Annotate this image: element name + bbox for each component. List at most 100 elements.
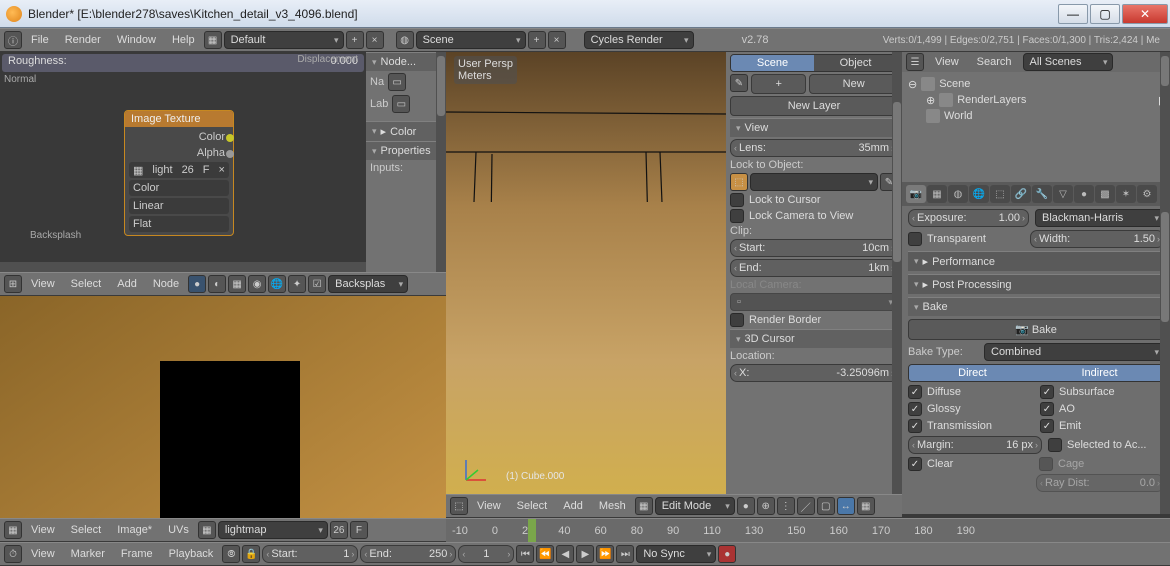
- vp-add[interactable]: Add: [556, 497, 590, 515]
- new-layer-button[interactable]: New Layer: [730, 96, 898, 116]
- menu-window[interactable]: Window: [110, 31, 163, 49]
- scene-object-toggle[interactable]: Scene Object: [730, 54, 898, 72]
- interpolation-dropdown[interactable]: Linear: [129, 198, 229, 214]
- width-field[interactable]: Width:1.50: [1030, 230, 1164, 248]
- cursor-section[interactable]: 3D Cursor: [730, 329, 898, 348]
- image-users[interactable]: 26: [330, 521, 348, 539]
- sel-vert-icon[interactable]: ⋮: [777, 497, 795, 515]
- obj-data-icon[interactable]: ◉: [248, 275, 266, 293]
- diffuse-check[interactable]: [908, 385, 922, 399]
- tl-view[interactable]: View: [24, 545, 62, 563]
- tab-scene[interactable]: ◍: [948, 185, 968, 203]
- scene-add-button[interactable]: +: [528, 31, 546, 49]
- menu-help[interactable]: Help: [165, 31, 202, 49]
- editor-type-3d-icon[interactable]: ⬚: [450, 497, 468, 515]
- layer-icon[interactable]: ▦: [857, 497, 875, 515]
- texture-type-icon[interactable]: ▦: [228, 275, 246, 293]
- selected-to-active-check[interactable]: [1048, 438, 1062, 452]
- tab-physics[interactable]: ⚙: [1137, 185, 1157, 203]
- mode-dropdown[interactable]: Edit Mode: [655, 497, 735, 515]
- transparent-check[interactable]: [908, 232, 922, 246]
- bake-type-dropdown[interactable]: Combined: [984, 343, 1164, 361]
- transmission-check[interactable]: [908, 419, 922, 433]
- subsurface-check[interactable]: [1040, 385, 1054, 399]
- lock-object-dropdown[interactable]: [750, 173, 878, 191]
- color-space-dropdown[interactable]: Color: [129, 180, 229, 196]
- uv-image-editor[interactable]: [0, 296, 446, 518]
- tl-marker[interactable]: Marker: [64, 545, 112, 563]
- jump-end-icon[interactable]: ⏭: [616, 545, 634, 563]
- compositor-type-icon[interactable]: ◐: [208, 275, 226, 293]
- clear-check[interactable]: [908, 457, 922, 471]
- manipulator-icon[interactable]: ↔: [837, 497, 855, 515]
- na-field[interactable]: ▭: [388, 73, 406, 91]
- node-side-scroll[interactable]: [436, 52, 446, 272]
- jump-start-icon[interactable]: ⏮: [516, 545, 534, 563]
- lamp-data-icon[interactable]: ✦: [288, 275, 306, 293]
- keyframe-next-icon[interactable]: ⏩: [596, 545, 614, 563]
- n-panel-scroll[interactable]: [892, 52, 902, 494]
- tab-render[interactable]: 📷: [906, 185, 926, 203]
- scene-toggle[interactable]: Scene: [731, 55, 814, 71]
- scene-dropdown[interactable]: Scene: [416, 31, 526, 49]
- ne-select[interactable]: Select: [64, 275, 109, 293]
- play-icon[interactable]: ▶: [576, 545, 594, 563]
- out-color[interactable]: Color: [129, 130, 229, 144]
- tab-texture[interactable]: ▩: [1095, 185, 1115, 203]
- lens-field[interactable]: Lens:35mm: [730, 139, 898, 157]
- image-dropdown[interactable]: lightmap: [218, 521, 328, 539]
- play-rev-icon[interactable]: ◀: [556, 545, 574, 563]
- properties-scroll[interactable]: [1160, 182, 1170, 514]
- out-alpha[interactable]: Alpha: [129, 146, 229, 160]
- tab-modifiers[interactable]: 🔧: [1032, 185, 1052, 203]
- image-browse-icon[interactable]: ▦: [198, 521, 216, 539]
- tab-material[interactable]: ●: [1074, 185, 1094, 203]
- object-toggle[interactable]: Object: [814, 55, 897, 71]
- node-h-scroll[interactable]: [0, 262, 366, 272]
- shader-type-icon[interactable]: ●: [188, 275, 206, 293]
- out-search[interactable]: Search: [970, 53, 1019, 71]
- maximize-button[interactable]: ▢: [1090, 4, 1120, 24]
- glossy-check[interactable]: [908, 402, 922, 416]
- tl-frame[interactable]: Frame: [114, 545, 160, 563]
- scene-browse-icon[interactable]: ◍: [396, 31, 414, 49]
- editor-type-uv-icon[interactable]: ▦: [4, 521, 22, 539]
- image-picker[interactable]: ▦ light 26 F ×: [129, 162, 229, 178]
- minimize-button[interactable]: —: [1058, 4, 1088, 24]
- image-texture-node[interactable]: Image Texture Color Alpha ▦ light 26 F ×: [124, 110, 234, 236]
- vp-select[interactable]: Select: [510, 497, 555, 515]
- node-section[interactable]: Node...: [366, 52, 446, 71]
- ne-node[interactable]: Node: [146, 275, 186, 293]
- editor-type-node-icon[interactable]: ⊞: [4, 275, 22, 293]
- uv-view[interactable]: View: [24, 521, 62, 539]
- layout-del-button[interactable]: ×: [366, 31, 384, 49]
- node-editor[interactable]: Roughness: 0.000 Normal Displacement Bac…: [0, 52, 366, 272]
- tab-world[interactable]: 🌐: [969, 185, 989, 203]
- autokey-icon[interactable]: ●: [718, 545, 736, 563]
- menu-render[interactable]: Render: [58, 31, 108, 49]
- vp-mesh[interactable]: Mesh: [592, 497, 633, 515]
- sync-dropdown[interactable]: No Sync: [636, 545, 716, 563]
- editor-type-outliner-icon[interactable]: ☰: [906, 53, 924, 71]
- ne-add[interactable]: Add: [110, 275, 144, 293]
- properties-section[interactable]: Properties: [366, 141, 446, 160]
- direct-toggle[interactable]: Direct: [909, 365, 1036, 381]
- ray-dist-field[interactable]: Ray Dist:0.0: [1036, 474, 1164, 492]
- tl-playback[interactable]: Playback: [162, 545, 221, 563]
- timeline-cursor[interactable]: [528, 519, 536, 542]
- use-nodes-check[interactable]: ☑: [308, 275, 326, 293]
- ne-view[interactable]: View: [24, 275, 62, 293]
- menu-file[interactable]: File: [24, 31, 56, 49]
- tab-particles[interactable]: ✶: [1116, 185, 1136, 203]
- tab-data[interactable]: ▽: [1053, 185, 1073, 203]
- viewport-3d[interactable]: User Persp Meters (1) Cube.000: [446, 52, 726, 494]
- local-camera-dropdown[interactable]: ▫: [730, 293, 898, 311]
- end-frame-field[interactable]: End:250: [360, 545, 456, 563]
- cube-icon[interactable]: ⬚: [730, 173, 748, 191]
- image-fake[interactable]: F: [350, 521, 368, 539]
- clip-end-field[interactable]: End:1km: [730, 259, 898, 277]
- material-dropdown[interactable]: Backsplas: [328, 275, 408, 293]
- emit-check[interactable]: [1040, 419, 1054, 433]
- pivot-icon[interactable]: ⊕: [757, 497, 775, 515]
- start-frame-field[interactable]: Start:1: [262, 545, 358, 563]
